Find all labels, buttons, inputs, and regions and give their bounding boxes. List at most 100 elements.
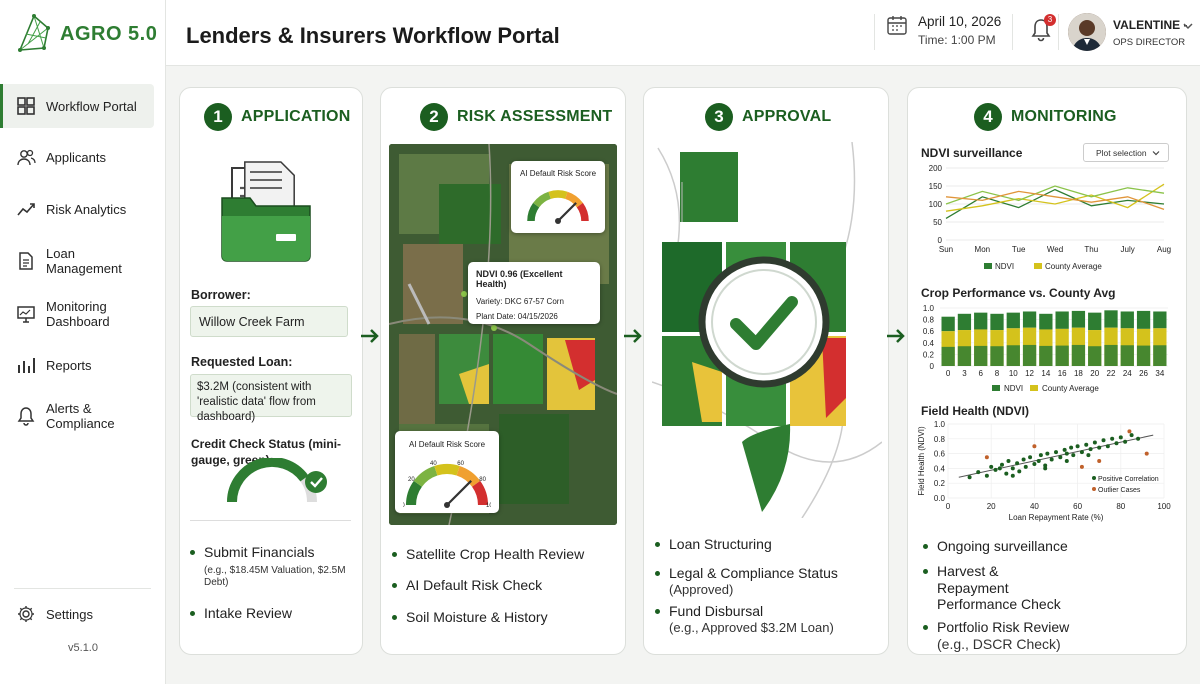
step-header-risk: 2 RISK ASSESSMENT bbox=[420, 103, 612, 131]
notification-count-badge: 3 bbox=[1044, 14, 1056, 26]
list-item-text: Loan Structuring bbox=[669, 536, 772, 552]
bar-base bbox=[1006, 345, 1020, 366]
scatter-point bbox=[1015, 461, 1020, 466]
ndvi-popup-variety: Variety: DKC 67-57 Corn bbox=[476, 297, 564, 306]
x-tick-label: 80 bbox=[1116, 502, 1125, 511]
sidebar-item-workflow-portal[interactable]: Workflow Portal bbox=[0, 84, 154, 128]
scatter-point bbox=[997, 466, 1002, 471]
borrower-field[interactable]: Willow Creek Farm bbox=[190, 306, 348, 337]
chevron-down-icon[interactable] bbox=[1182, 20, 1194, 32]
legend-marker bbox=[1092, 487, 1096, 491]
bar-ndvi bbox=[1055, 311, 1069, 329]
x-tick-label: 8 bbox=[995, 369, 1000, 378]
field-health-title: Field Health (NDVI) bbox=[921, 404, 1030, 418]
list-item: Ongoing surveillance bbox=[921, 538, 1181, 555]
bar-ndvi bbox=[1153, 311, 1167, 329]
sidebar-item-settings[interactable]: Settings bbox=[0, 592, 154, 636]
satellite-map[interactable]: AI Default Risk Score NDVI 0.96 (Excelle… bbox=[389, 144, 617, 525]
calendar-icon bbox=[887, 16, 907, 35]
x-tick-label: 18 bbox=[1074, 369, 1083, 378]
scatter-point bbox=[1123, 439, 1128, 444]
legend-label: Outlier Cases bbox=[1098, 487, 1141, 494]
y-tick-label: 0.4 bbox=[923, 339, 935, 348]
arrow-right-icon bbox=[361, 329, 379, 343]
x-tick-label: 20 bbox=[1090, 369, 1099, 378]
sidebar-divider bbox=[14, 588, 151, 589]
scatter-point bbox=[1023, 464, 1028, 469]
scatter-point bbox=[1049, 457, 1054, 462]
gear-icon bbox=[18, 606, 34, 622]
gauge-band bbox=[548, 190, 568, 199]
x-axis-label: Loan Repayment Rate (%) bbox=[1009, 513, 1104, 522]
user-role: OPS DIRECTOR bbox=[1113, 37, 1186, 48]
sidebar-item-reports[interactable]: Reports bbox=[0, 343, 154, 387]
scatter-point bbox=[1144, 451, 1149, 456]
bar-ndvi bbox=[1120, 311, 1134, 329]
bell-icon bbox=[17, 407, 35, 426]
bar-ndvi bbox=[941, 316, 955, 332]
risk-score-gauge bbox=[527, 190, 589, 224]
list-item: Fund Disbursal (e.g., Approved $3.2M Loan… bbox=[653, 603, 883, 635]
requested-loan-field[interactable]: $3.2M (consistent with 'realistic data' … bbox=[190, 374, 352, 423]
sidebar-item-label: Monitoring Dashboard bbox=[46, 299, 110, 329]
ndvi-line-chart: 0 50 100 150 200 Sun Mon Tue Wed Thu July Aug NDVI Co… bbox=[929, 164, 1171, 271]
ndvi-chart-title: NDVI surveillance bbox=[921, 146, 1023, 160]
check-circle-icon bbox=[305, 471, 327, 493]
bar-ndvi bbox=[1022, 311, 1037, 328]
bar-base bbox=[1071, 344, 1086, 366]
scatter-point bbox=[1028, 455, 1033, 460]
legend-swatch bbox=[984, 263, 992, 269]
bar-base bbox=[974, 345, 988, 366]
scatter-point bbox=[1032, 461, 1037, 466]
x-tick-label: 16 bbox=[1058, 369, 1067, 378]
sidebar-item-risk-analytics[interactable]: Risk Analytics bbox=[0, 187, 154, 231]
sidebar-item-loan-management[interactable]: Loan Management bbox=[0, 239, 154, 283]
scatter-point bbox=[993, 467, 998, 472]
user-name[interactable]: VALENTINE - bbox=[1113, 18, 1187, 32]
list-item-text: Submit Financials bbox=[204, 544, 315, 560]
list-item-subtext: (e.g., DSCR Check) bbox=[937, 635, 1061, 652]
list-item-text: Satellite Crop Health Review bbox=[406, 546, 585, 562]
risk-gauge-popup-top: AI Default Risk Score bbox=[511, 161, 605, 233]
list-item-subtext: (e.g., Approved $3.2M Loan) bbox=[669, 619, 834, 635]
sidebar-item-alerts-compliance[interactable]: Alerts & Compliance bbox=[0, 394, 154, 438]
list-item: Submit Financials (e.g., $18.45M Valuatio… bbox=[188, 544, 360, 589]
scatter-point bbox=[1010, 466, 1015, 471]
scatter-point bbox=[1092, 440, 1097, 445]
y-tick-label: 100 bbox=[929, 200, 943, 209]
list-item-text: Portfolio Risk Review bbox=[937, 619, 1070, 636]
scatter-point bbox=[1084, 442, 1089, 447]
scatter-point bbox=[1006, 459, 1011, 463]
field-health-scatter-chart: 0.0 0.2 0.4 0.6 0.8 1.0 0 20 40 60 80 100 Loan Repay… bbox=[917, 420, 1171, 522]
gauge-tick-label: 60 bbox=[457, 461, 464, 467]
user-avatar[interactable] bbox=[1068, 13, 1106, 51]
x-tick-label: Thu bbox=[1084, 245, 1098, 254]
ndvi-popup-plant-date: Plant Date: 04/15/2026 bbox=[476, 312, 558, 321]
scatter-point bbox=[1010, 473, 1015, 478]
scatter-point bbox=[1054, 450, 1058, 455]
scatter-point bbox=[1101, 438, 1106, 443]
y-tick-label: 0.2 bbox=[923, 350, 935, 359]
top-header: Lenders & Insurers Workflow Portal April… bbox=[166, 0, 1200, 66]
sidebar-item-monitoring-dashboard[interactable]: Monitoring Dashboard bbox=[0, 292, 154, 336]
date-display: April 10, 2026 Time: 1:00 PM bbox=[886, 14, 1001, 47]
current-date: April 10, 2026 bbox=[918, 14, 1002, 29]
users-icon bbox=[17, 149, 36, 166]
gauge-band bbox=[533, 191, 552, 208]
x-tick-label: 0 bbox=[946, 502, 951, 511]
grid-icon bbox=[17, 97, 35, 115]
brand-logo[interactable]: AGRO 5.0 bbox=[14, 10, 157, 58]
gauge-hub bbox=[555, 218, 561, 224]
gauge-band bbox=[434, 464, 460, 476]
scatter-point bbox=[1079, 450, 1084, 455]
sidebar-item-applicants[interactable]: Applicants bbox=[0, 135, 154, 179]
x-tick-label: 6 bbox=[978, 369, 983, 378]
gauge-hub bbox=[444, 502, 450, 508]
y-tick-label: 0.0 bbox=[934, 494, 946, 503]
y-tick-label: 0.6 bbox=[934, 450, 946, 459]
y-tick-label: 50 bbox=[933, 218, 942, 227]
bar-base bbox=[941, 346, 955, 366]
scatter-point bbox=[1021, 457, 1026, 462]
scatter-point bbox=[1064, 459, 1069, 463]
bar-ndvi bbox=[1088, 312, 1102, 331]
